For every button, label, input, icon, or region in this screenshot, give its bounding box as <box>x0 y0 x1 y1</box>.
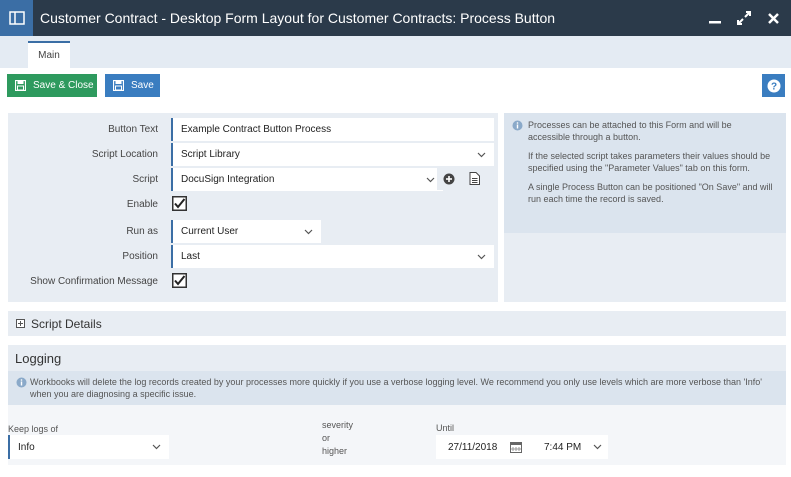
save-close-label: Save & Close <box>33 80 94 91</box>
chevron-down-icon <box>586 444 608 450</box>
script-select[interactable]: DocuSign Integration <box>171 168 443 191</box>
script-location-select[interactable]: Script Library <box>171 143 494 166</box>
open-script-button[interactable] <box>462 167 486 190</box>
chevron-down-icon <box>143 444 169 450</box>
document-icon <box>469 172 480 185</box>
script-details-label: Script Details <box>31 316 102 331</box>
info-panel: Processes can be attached to this Form a… <box>504 113 786 233</box>
chevron-down-icon <box>295 229 321 235</box>
save-close-button[interactable]: Save & Close <box>7 74 97 97</box>
keep-logs-label: Keep logs of <box>8 424 59 434</box>
expand-plus-icon <box>16 319 25 328</box>
window-title: Customer Contract - Desktop Form Layout … <box>40 10 556 26</box>
show-confirmation-label: Show Confirmation Message <box>30 276 158 287</box>
layout-icon[interactable] <box>0 0 33 36</box>
script-label: Script <box>132 174 158 185</box>
save-icon <box>113 80 124 91</box>
until-time-select[interactable]: 7:44 PM <box>528 435 608 459</box>
logging-title: Logging <box>8 345 786 371</box>
button-text-input[interactable]: Example Contract Button Process <box>171 118 494 141</box>
help-button[interactable]: ? <box>762 74 785 97</box>
expand-icon[interactable] <box>735 9 753 27</box>
logging-info-text: Workbooks will delete the log records cr… <box>30 377 762 399</box>
show-confirmation-checkbox[interactable] <box>172 273 187 288</box>
process-button-form: Button Text Example Contract Button Proc… <box>8 113 498 302</box>
position-select[interactable]: Last <box>171 245 494 268</box>
run-as-select[interactable]: Current User <box>171 220 321 243</box>
run-as-label: Run as <box>126 226 158 237</box>
title-bar: Customer Contract - Desktop Form Layout … <box>0 0 791 36</box>
add-script-button[interactable] <box>437 167 461 190</box>
info-icon <box>512 120 523 134</box>
save-icon <box>15 80 26 91</box>
button-text-value: Example Contract Button Process <box>181 124 332 135</box>
tab-main[interactable]: Main <box>28 41 70 68</box>
script-details-section[interactable]: Script Details <box>8 311 786 336</box>
position-label: Position <box>122 251 158 262</box>
enable-checkbox[interactable] <box>172 196 187 211</box>
severity-text-2: or <box>322 433 331 443</box>
info-text-3: A single Process Button can be positione… <box>528 182 773 204</box>
minimize-icon[interactable] <box>706 9 724 27</box>
script-location-label: Script Location <box>91 149 158 160</box>
chevron-down-icon <box>468 254 494 260</box>
logging-info: Workbooks will delete the log records cr… <box>8 371 786 405</box>
script-location-value: Script Library <box>181 149 240 160</box>
script-value: DocuSign Integration <box>181 174 275 185</box>
severity-text-1: severity <box>322 420 354 430</box>
info-text-1: Processes can be attached to this Form a… <box>528 120 732 142</box>
enable-label: Enable <box>126 199 158 210</box>
info-text-2: If the selected script takes parameters … <box>528 151 771 173</box>
plus-circle-icon <box>443 173 455 184</box>
save-button[interactable]: Save <box>105 74 160 97</box>
keep-logs-select[interactable]: Info <box>8 435 169 459</box>
keep-logs-value: Info <box>18 441 35 453</box>
info-icon <box>16 377 27 391</box>
calendar-icon[interactable] <box>510 441 528 453</box>
severity-text-3: higher <box>322 446 348 456</box>
save-label: Save <box>131 80 154 91</box>
position-value: Last <box>181 251 200 262</box>
help-icon: ? <box>767 79 780 92</box>
svg-text:?: ? <box>770 81 776 92</box>
tab-strip: Main <box>0 36 791 68</box>
until-time-value: 7:44 PM <box>544 441 582 453</box>
until-label: Until <box>436 423 455 433</box>
close-icon[interactable] <box>764 9 782 27</box>
until-date-value: 27/11/2018 <box>448 441 498 453</box>
until-date-input[interactable]: 27/11/2018 <box>436 435 528 459</box>
run-as-value: Current User <box>181 226 239 237</box>
button-text-label: Button Text <box>108 124 158 135</box>
info-panel-spacer <box>504 233 786 302</box>
chevron-down-icon <box>468 152 494 158</box>
